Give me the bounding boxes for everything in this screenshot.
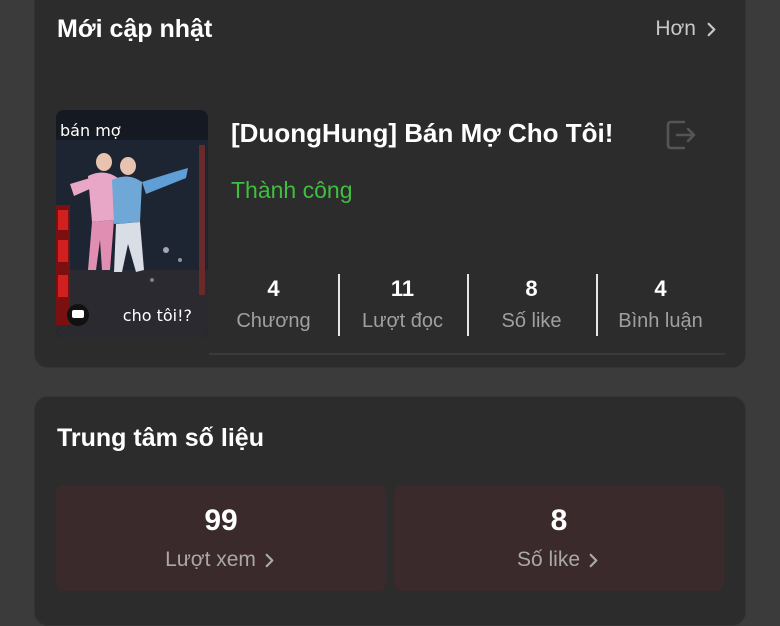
tile-label-text: Số like bbox=[516, 548, 581, 571]
stat-likes: 8 Số like bbox=[467, 272, 596, 336]
book-cover-image bbox=[56, 110, 208, 337]
more-link[interactable]: Hơn bbox=[655, 17, 719, 41]
cover-text-bottom: cho tôi!? bbox=[122, 306, 192, 325]
recent-updates-card: Mới cập nhật Hơn bán mợ cho tôi!? [Duong… bbox=[34, 0, 746, 368]
stat-reads: 11 Lượt đọc bbox=[338, 272, 467, 336]
section-title-data-center: Trung tâm số liệu bbox=[57, 424, 264, 452]
exit-icon[interactable] bbox=[663, 117, 699, 153]
section-title-recent-updates: Mới cập nhật bbox=[57, 15, 213, 43]
stat-label: Số like bbox=[501, 309, 562, 332]
book-status: Thành công bbox=[231, 177, 353, 203]
book-stats: 4 Chương 11 Lượt đọc 8 Số like 4 Bình lu… bbox=[209, 272, 725, 336]
stat-comments: 4 Bình luận bbox=[596, 272, 725, 336]
likes-tile[interactable]: 8 Số like bbox=[394, 485, 724, 591]
book-title[interactable]: [DuongHung] Bán Mợ Cho Tôi! bbox=[231, 118, 613, 149]
stat-value: 4 bbox=[654, 275, 667, 301]
views-tile[interactable]: 99 Lượt xem bbox=[56, 485, 386, 591]
tile-value: 99 bbox=[204, 504, 238, 537]
chevron-right-icon bbox=[265, 553, 274, 567]
book-cover[interactable]: bán mợ cho tôi!? bbox=[56, 110, 208, 337]
chevron-right-icon bbox=[707, 22, 716, 36]
tile-label: Số like bbox=[517, 548, 601, 572]
data-center-card: Trung tâm số liệu 99 Lượt xem 8 Số like bbox=[34, 396, 746, 626]
tile-value: 8 bbox=[550, 504, 568, 537]
tile-label: Lượt xem bbox=[165, 548, 277, 572]
divider bbox=[209, 353, 725, 355]
chevron-right-icon bbox=[589, 553, 598, 567]
cover-text-top: bán mợ bbox=[60, 121, 121, 140]
stat-value: 8 bbox=[525, 275, 538, 301]
stat-value: 11 bbox=[390, 275, 415, 301]
stat-label: Chương bbox=[236, 309, 311, 332]
stat-value: 4 bbox=[267, 275, 280, 301]
tile-label-text: Lượt xem bbox=[165, 548, 256, 571]
stat-label: Bình luận bbox=[618, 309, 703, 332]
stat-chapters: 4 Chương bbox=[209, 272, 338, 336]
stat-label: Lượt đọc bbox=[362, 309, 443, 332]
more-link-label: Hơn bbox=[655, 17, 696, 40]
